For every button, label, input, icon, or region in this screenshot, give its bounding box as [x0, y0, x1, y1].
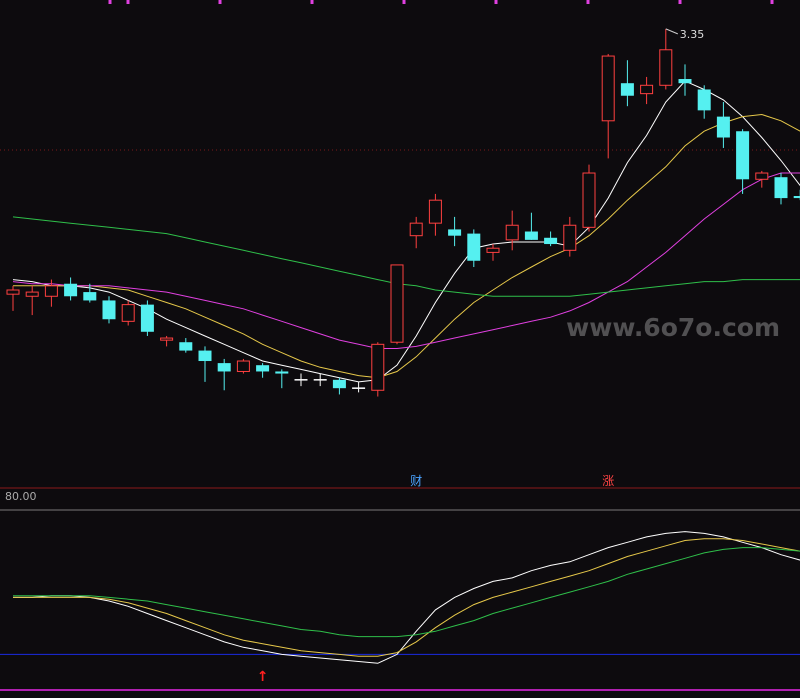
max-price-label: 3.35 [680, 28, 705, 41]
candle-body [620, 83, 634, 96]
candle-body [544, 237, 558, 245]
chart-background [0, 0, 800, 694]
candle-body [121, 304, 135, 322]
candle-body [716, 116, 730, 138]
candle-body [25, 291, 39, 297]
candle-body [640, 84, 654, 95]
candle-body [332, 379, 346, 389]
candle-body [179, 342, 193, 351]
candle-body [6, 289, 20, 295]
candle-body [256, 365, 270, 372]
candle-body [160, 337, 174, 341]
signal-arrow: ↑ [257, 669, 269, 685]
chart-stage: 3.35 财 涨 80.00 ↑ www.6o7o.com [0, 0, 800, 694]
candle-body [736, 131, 750, 180]
candle-body [275, 371, 289, 374]
candle-body [44, 285, 58, 297]
candle-body [505, 224, 519, 241]
candle-body [774, 177, 788, 199]
candle-body [236, 360, 250, 372]
watermark: www.6o7o.com [566, 313, 780, 342]
candle-body [64, 283, 78, 297]
candle-body [678, 79, 692, 84]
candle-body [697, 89, 711, 111]
candle-body [524, 231, 538, 240]
candle-body [390, 264, 404, 343]
candle-body [448, 229, 462, 236]
candle-body [582, 172, 596, 228]
candle-body [793, 196, 800, 199]
candle-body [371, 343, 385, 391]
candle-body [198, 350, 212, 362]
candle-body [486, 247, 500, 253]
candle-body [601, 55, 615, 122]
event-marker: 财 [410, 474, 422, 488]
candle-body [102, 300, 116, 320]
candle-body [83, 292, 97, 301]
candle-body [467, 233, 481, 261]
indicator-top-label: 80.00 [5, 490, 37, 503]
candle-body [140, 304, 154, 332]
event-marker: 涨 [602, 473, 614, 488]
candle-body [659, 49, 673, 86]
candle-body [563, 224, 577, 251]
candle-body [409, 222, 423, 237]
candle-body [755, 172, 769, 180]
candle-body [217, 363, 231, 372]
stock-chart: 3.35 财 涨 80.00 ↑ www.6o7o.com [0, 0, 800, 694]
candle-body [428, 199, 442, 224]
